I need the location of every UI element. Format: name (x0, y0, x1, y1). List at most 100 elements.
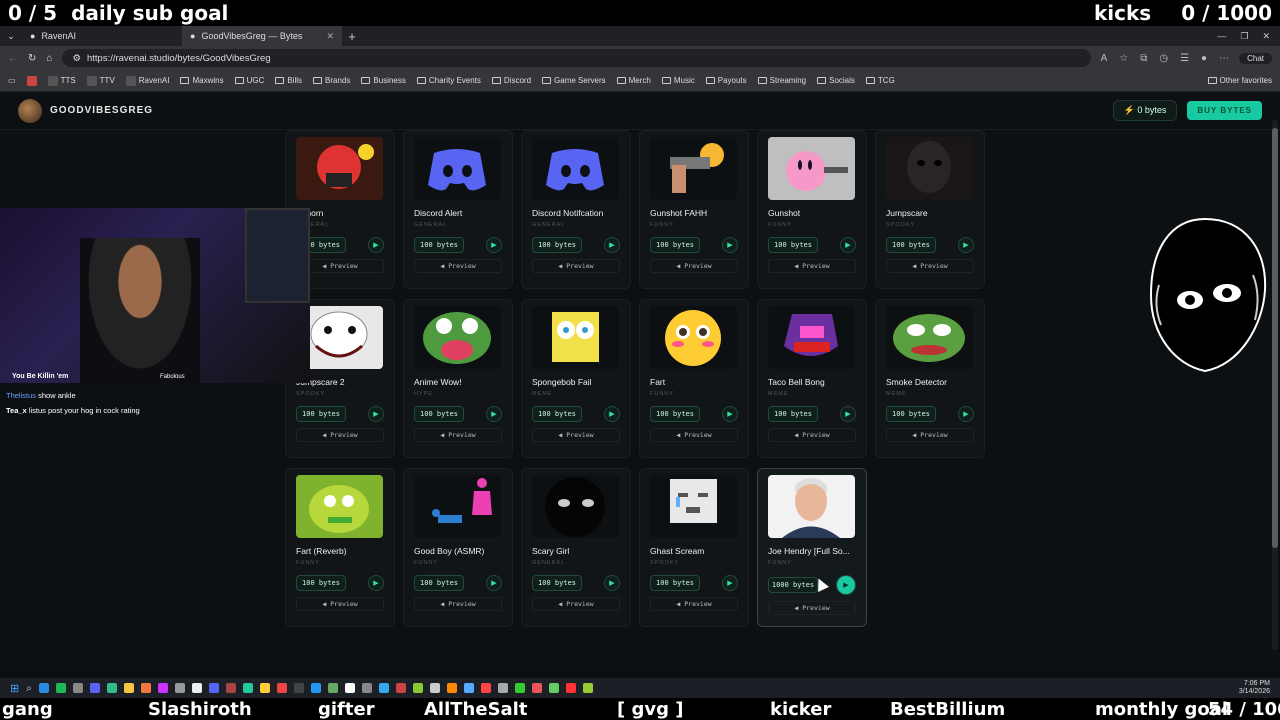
bookmark-item[interactable]: Payouts (705, 76, 747, 85)
scroll-thumb[interactable] (1272, 128, 1278, 548)
preview-button[interactable]: ◀ Preview (650, 597, 738, 611)
price-button[interactable]: 100 bytes (650, 406, 700, 422)
buy-bytes-button[interactable]: BUY BYTES (1187, 101, 1262, 120)
preview-button[interactable]: ◀ Preview (768, 428, 856, 442)
taskbar-app-icon[interactable] (327, 683, 338, 693)
taskbar-app-icon[interactable] (276, 683, 287, 693)
price-button[interactable]: 100 bytes (296, 575, 346, 591)
price-button[interactable]: 100 bytes (886, 237, 936, 253)
new-tab-icon[interactable]: + (342, 29, 362, 44)
close-window-icon[interactable]: ✕ (1262, 31, 1270, 42)
sound-card[interactable]: Gunshot FUNNY 100 bytes ▶ ◀ Preview (757, 130, 867, 289)
taskbar-app-icon[interactable] (429, 683, 440, 693)
play-icon[interactable]: ▶ (368, 237, 384, 253)
channel-logo[interactable]: GOODVIBESGREG (18, 98, 153, 123)
sound-card[interactable]: Anime Wow! HYPE 100 bytes ▶ ◀ Preview (403, 299, 513, 458)
price-button[interactable]: 100 bytes (768, 406, 818, 422)
sound-card[interactable]: Discord Alert GENERAL 100 bytes ▶ ◀ Preview (403, 130, 513, 289)
play-icon[interactable]: ▶ (368, 406, 384, 422)
minimize-icon[interactable]: — (1217, 31, 1226, 42)
profile-avatar[interactable]: ● (1201, 53, 1207, 64)
price-button[interactable]: 100 bytes (532, 406, 582, 422)
price-button[interactable]: 100 bytes (650, 575, 700, 591)
taskbar-app-icon[interactable] (531, 683, 542, 693)
preview-button[interactable]: ◀ Preview (532, 428, 620, 442)
taskbar-app-icon[interactable] (344, 683, 355, 693)
taskbar-app-icon[interactable] (106, 683, 117, 693)
price-button[interactable]: 100 bytes (296, 406, 346, 422)
taskbar-app-icon[interactable] (293, 683, 304, 693)
sound-card[interactable]: Spongebob Fail MEME 100 bytes ▶ ◀ Preview (521, 299, 631, 458)
preview-button[interactable]: ◀ Preview (886, 259, 974, 273)
sound-card[interactable]: Discord Notifcation GENERAL 100 bytes ▶ ◀ Pre… (521, 130, 631, 289)
close-tab-icon[interactable]: ✕ (326, 31, 334, 42)
preview-button[interactable]: ◀ Preview (414, 259, 502, 273)
taskbar-app-icon[interactable] (378, 683, 389, 693)
bookmark-item[interactable]: Socials (817, 76, 855, 85)
preview-button[interactable]: ◀ Preview (532, 259, 620, 273)
search-icon[interactable]: ⌕ (26, 683, 32, 694)
taskbar-app-icon[interactable] (463, 683, 474, 693)
price-button[interactable]: 100 bytes (414, 406, 464, 422)
taskbar-app-icon[interactable] (548, 683, 559, 693)
bookmark-item[interactable]: Merch (616, 76, 651, 85)
taskbar-app-icon[interactable] (225, 683, 236, 693)
play-icon[interactable]: ▶ (958, 406, 974, 422)
taskbar-app-icon[interactable] (208, 683, 219, 693)
sound-card[interactable]: Good Boy (ASMR) FUNNY 100 bytes ▶ ◀ Preview (403, 468, 513, 627)
taskbar-app-icon[interactable] (157, 683, 168, 693)
copilot-chat-button[interactable]: Chat (1239, 52, 1272, 64)
play-icon[interactable]: ▶ (840, 406, 856, 422)
bookmark-app-icon[interactable] (26, 75, 37, 86)
home-icon[interactable]: ⌂ (46, 53, 52, 64)
taskbar-app-icon[interactable] (259, 683, 270, 693)
play-icon[interactable]: ▶ (486, 575, 502, 591)
taskbar-app-icon[interactable] (242, 683, 253, 693)
taskbar-app-icon[interactable] (480, 683, 491, 693)
sound-card[interactable]: Ghast Scream SPOOKY 100 bytes ▶ ◀ Preview (639, 468, 749, 627)
price-button[interactable]: 100 bytes (886, 406, 936, 422)
sound-card[interactable]: Scary Girl GENERAL 100 bytes ▶ ◀ Preview (521, 468, 631, 627)
sound-card[interactable]: Smoke Detector MEME 100 bytes ▶ ◀ Preview (875, 299, 985, 458)
play-icon[interactable]: ▶ (604, 575, 620, 591)
extensions-icon[interactable]: ⧉ (1140, 53, 1147, 64)
taskbar-app-icon[interactable] (582, 683, 593, 693)
taskbar-app-icon[interactable] (123, 683, 134, 693)
menu-icon[interactable]: ⋯ (1219, 53, 1229, 64)
tab-bytes[interactable]: ● GoodVibesGreg — Bytes ✕ (182, 26, 342, 46)
favorite-star-icon[interactable]: ☆ (1119, 53, 1128, 64)
play-icon[interactable]: ▶ (722, 406, 738, 422)
preview-button[interactable]: ◀ Preview (650, 259, 738, 273)
taskbar-app-icon[interactable] (361, 683, 372, 693)
play-icon[interactable]: ▶ (958, 237, 974, 253)
sound-card[interactable]: Joe Hendry [Full So... FUNNY 1000 bytes ▶ ◀ P… (757, 468, 867, 627)
site-info-icon[interactable]: ⚙ (72, 53, 81, 64)
bookmark-item[interactable]: TTV (86, 75, 115, 86)
preview-button[interactable]: ◀ Preview (414, 428, 502, 442)
taskbar-app-icon[interactable] (497, 683, 508, 693)
preview-button[interactable]: ◀ Preview (650, 428, 738, 442)
other-favorites[interactable]: Other favorites (1207, 76, 1272, 85)
play-icon[interactable]: ▶ (486, 237, 502, 253)
preview-button[interactable]: ◀ Preview (414, 597, 502, 611)
taskbar-app-icon[interactable] (565, 683, 576, 693)
tab-list-icon[interactable]: ⌄ (0, 31, 22, 42)
taskbar-app-icon[interactable] (395, 683, 406, 693)
bookmark-item[interactable]: Game Servers (542, 76, 606, 85)
price-button[interactable]: 1000 bytes (768, 577, 818, 593)
play-icon[interactable]: ▶ (840, 237, 856, 253)
play-icon[interactable]: ▶ (368, 575, 384, 591)
preview-button[interactable]: ◀ Preview (532, 597, 620, 611)
sound-card[interactable]: Gunshot FAHH FUNNY 100 bytes ▶ ◀ Preview (639, 130, 749, 289)
play-icon[interactable]: ▶ (722, 237, 738, 253)
bookmark-item[interactable]: TCG (865, 76, 895, 85)
play-icon[interactable]: ▶ (604, 237, 620, 253)
taskbar-app-icon[interactable] (310, 683, 321, 693)
preview-button[interactable]: ◀ Preview (886, 428, 974, 442)
play-icon[interactable]: ▶ (722, 575, 738, 591)
price-button[interactable]: 100 bytes (768, 237, 818, 253)
back-icon[interactable]: ← (8, 53, 18, 64)
play-icon[interactable]: ▶ (604, 406, 620, 422)
taskbar-app-icon[interactable] (55, 683, 66, 693)
price-button[interactable]: 100 bytes (532, 575, 582, 591)
